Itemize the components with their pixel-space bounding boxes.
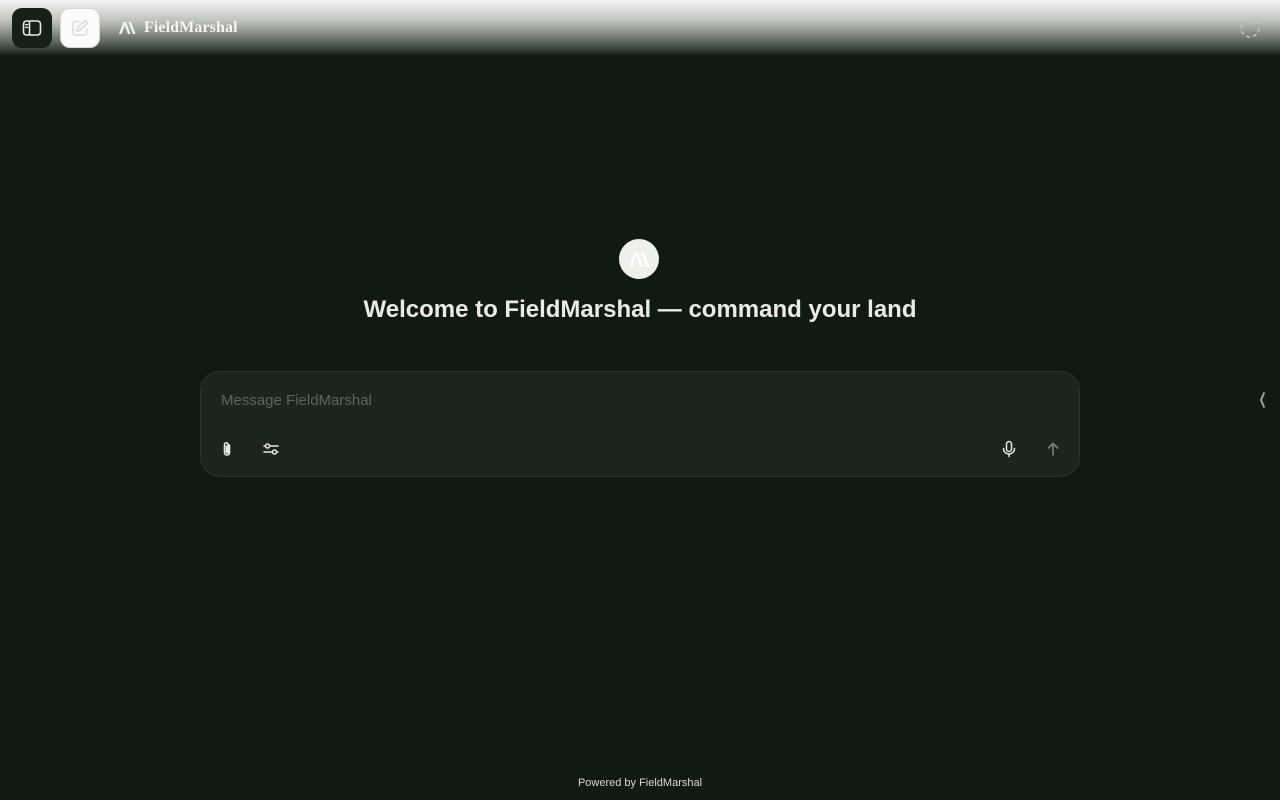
microphone-icon [1002, 440, 1016, 458]
send-button[interactable] [1037, 433, 1069, 465]
brand[interactable]: FieldMarshal [118, 17, 238, 39]
sidebar-icon [22, 20, 42, 36]
voice-input-button[interactable] [993, 433, 1025, 465]
right-panel-handle[interactable] [1256, 390, 1268, 410]
new-chat-button[interactable] [60, 8, 100, 48]
edit-icon [72, 19, 89, 36]
paperclip-icon [223, 442, 231, 456]
welcome-title: Welcome to FieldMarshal — command your l… [363, 296, 917, 323]
tools-button[interactable] [255, 433, 287, 465]
loading-spinner-icon [1239, 17, 1261, 39]
footer-powered-by: Powered by FieldMarshal [577, 777, 703, 789]
sliders-icon [263, 443, 279, 455]
message-input[interactable] [221, 386, 1061, 414]
top-bar: FieldMarshal [0, 0, 1280, 56]
chevron-left-icon [1260, 392, 1265, 408]
arrow-up-icon [1047, 442, 1059, 456]
brand-logo-icon [629, 251, 650, 267]
message-composer [200, 371, 1080, 477]
sidebar-toggle-button[interactable] [12, 8, 52, 48]
brand-logo-icon [118, 21, 136, 35]
brand-name: FieldMarshal [144, 19, 238, 36]
attach-button[interactable] [211, 433, 243, 465]
assistant-avatar [619, 239, 659, 279]
